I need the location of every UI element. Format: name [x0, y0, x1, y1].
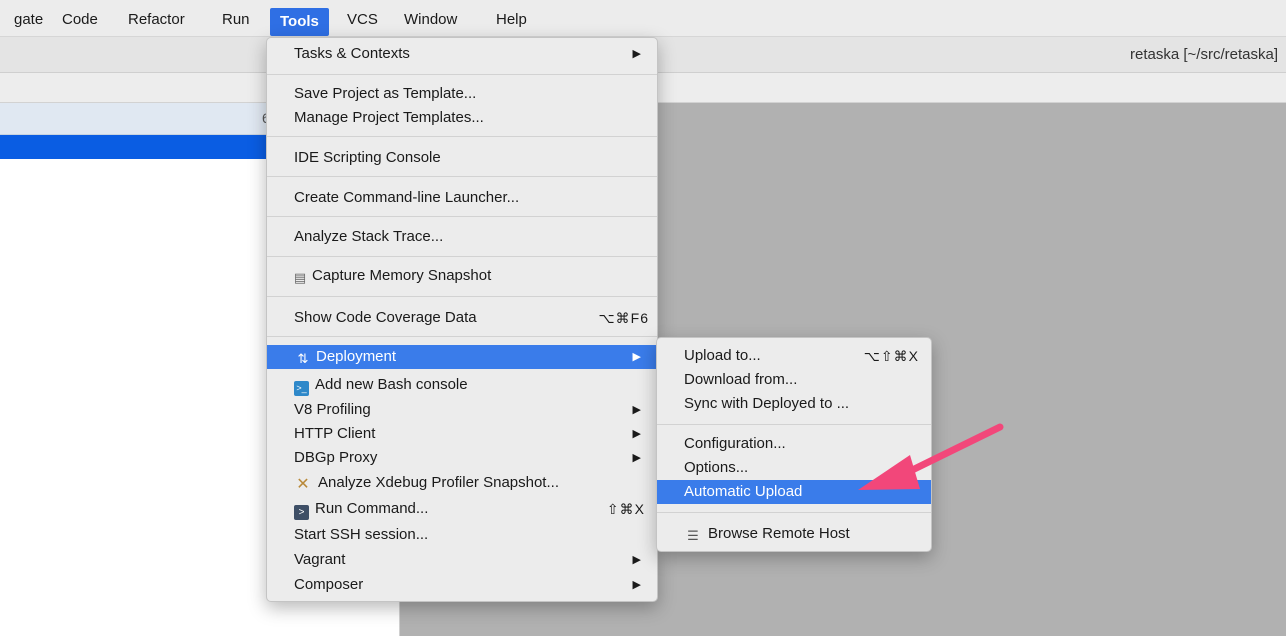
window-title: retaska [~/src/retaska] [1130, 46, 1278, 63]
menu-item-label: Run Command... [315, 500, 429, 517]
submenu-arrow-icon: ▶ [632, 404, 641, 416]
menu-separator [267, 256, 657, 257]
menu-item-vagrant[interactable]: Vagrant ▶ [267, 548, 657, 572]
menu-item-show-code-coverage[interactable]: Show Code Coverage Data ⌥⌘F6 [267, 306, 657, 330]
submenu-arrow-icon: ▶ [632, 48, 641, 60]
menu-item-label: V8 Profiling [294, 401, 371, 418]
menu-separator [657, 512, 931, 513]
menu-item-run-command[interactable]: > Run Command... ⇧⌘X [267, 497, 657, 521]
bash-console-icon: >_ [294, 381, 309, 396]
shortcut-label: ⌥⌘F6 [598, 310, 649, 326]
submenu-arrow-icon: ▶ [632, 554, 641, 566]
menu-item-analyze-stack-trace[interactable]: Analyze Stack Trace... [267, 225, 657, 249]
menu-item-create-command-line-launcher[interactable]: Create Command-line Launcher... [267, 186, 657, 210]
menu-item-capture-memory-snapshot[interactable]: ▤ Capture Memory Snapshot [267, 264, 657, 288]
menu-item-http-client[interactable]: HTTP Client ▶ [267, 422, 657, 446]
menu-item-label: Upload to... [684, 347, 761, 364]
server-icon: ☰ [687, 528, 699, 543]
memory-snapshot-icon: ▤ [293, 270, 307, 285]
menu-item-analyze-xdebug[interactable]: ✕ Analyze Xdebug Profiler Snapshot... [267, 471, 657, 495]
menu-item-label: Browse Remote Host [708, 525, 850, 542]
menu-bar: gate Code Refactor Run Tools VCS Window … [0, 0, 1286, 37]
menu-item-label: Deployment [316, 348, 397, 365]
submenu-arrow-icon: ▶ [632, 351, 641, 363]
menubar-navigate[interactable]: gate [14, 9, 43, 31]
menu-item-label: Add new Bash console [315, 376, 468, 393]
menu-item-save-project-template[interactable]: Save Project as Template... [267, 82, 657, 106]
menu-item-manage-project-templates[interactable]: Manage Project Templates... [267, 106, 657, 130]
menu-item-label: Show Code Coverage Data [294, 309, 477, 326]
menu-item-v8-profiling[interactable]: V8 Profiling ▶ [267, 398, 657, 422]
submenu-arrow-icon: ▶ [632, 452, 641, 464]
menu-item-label: HTTP Client [294, 425, 376, 442]
menu-item-label: Analyze Xdebug Profiler Snapshot... [318, 474, 559, 491]
menu-item-label: Tasks & Contexts [294, 45, 410, 62]
menu-item-dbgp-proxy[interactable]: DBGp Proxy ▶ [267, 446, 657, 470]
menu-item-tasks-contexts[interactable]: Tasks & Contexts ▶ [267, 42, 657, 66]
menu-separator [267, 336, 657, 337]
menu-separator [267, 136, 657, 137]
menu-item-label: DBGp Proxy [294, 449, 378, 466]
submenu-arrow-icon: ▶ [632, 428, 641, 440]
menu-separator [267, 296, 657, 297]
menu-item-composer[interactable]: Composer ▶ [267, 573, 657, 597]
tools-menu: Tasks & Contexts ▶ Save Project as Templ… [266, 37, 658, 602]
menubar-refactor[interactable]: Refactor [128, 9, 185, 31]
menu-item-add-bash-console[interactable]: >_ Add new Bash console [267, 373, 657, 397]
annotation-arrow-icon [858, 423, 1004, 490]
menu-item-start-ssh-session[interactable]: Start SSH session... [267, 523, 657, 547]
menu-separator [267, 176, 657, 177]
xdebug-icon: ✕ [296, 476, 310, 493]
run-command-icon: > [294, 505, 309, 520]
deployment-icon: ⇅ [297, 351, 309, 366]
menubar-vcs[interactable]: VCS [347, 9, 378, 31]
menubar-code[interactable]: Code [62, 9, 98, 31]
menu-item-download-from[interactable]: Download from... [657, 368, 931, 392]
menu-item-label: Capture Memory Snapshot [312, 267, 492, 284]
menu-item-browse-remote-host[interactable]: ☰ Browse Remote Host [657, 522, 931, 546]
menu-item-sync-with-deployed[interactable]: Sync with Deployed to ... [657, 392, 931, 416]
menubar-window[interactable]: Window [404, 9, 457, 31]
menu-item-label: Composer [294, 576, 364, 593]
shortcut-label: ⇧⌘X [606, 501, 645, 517]
shortcut-label: ⌥⇧⌘X [863, 348, 919, 364]
menu-separator [267, 216, 657, 217]
menu-item-upload-to[interactable]: Upload to... ⌥⇧⌘X [657, 344, 931, 368]
menubar-run[interactable]: Run [222, 9, 250, 31]
menu-item-label: Vagrant [294, 551, 346, 568]
menu-item-deployment[interactable]: ⇅ Deployment ▶ [267, 345, 657, 369]
menu-separator [267, 74, 657, 75]
submenu-arrow-icon: ▶ [632, 579, 641, 591]
menubar-tools[interactable]: Tools [270, 8, 329, 36]
menubar-help[interactable]: Help [496, 9, 527, 31]
menu-item-ide-scripting-console[interactable]: IDE Scripting Console [267, 146, 657, 170]
